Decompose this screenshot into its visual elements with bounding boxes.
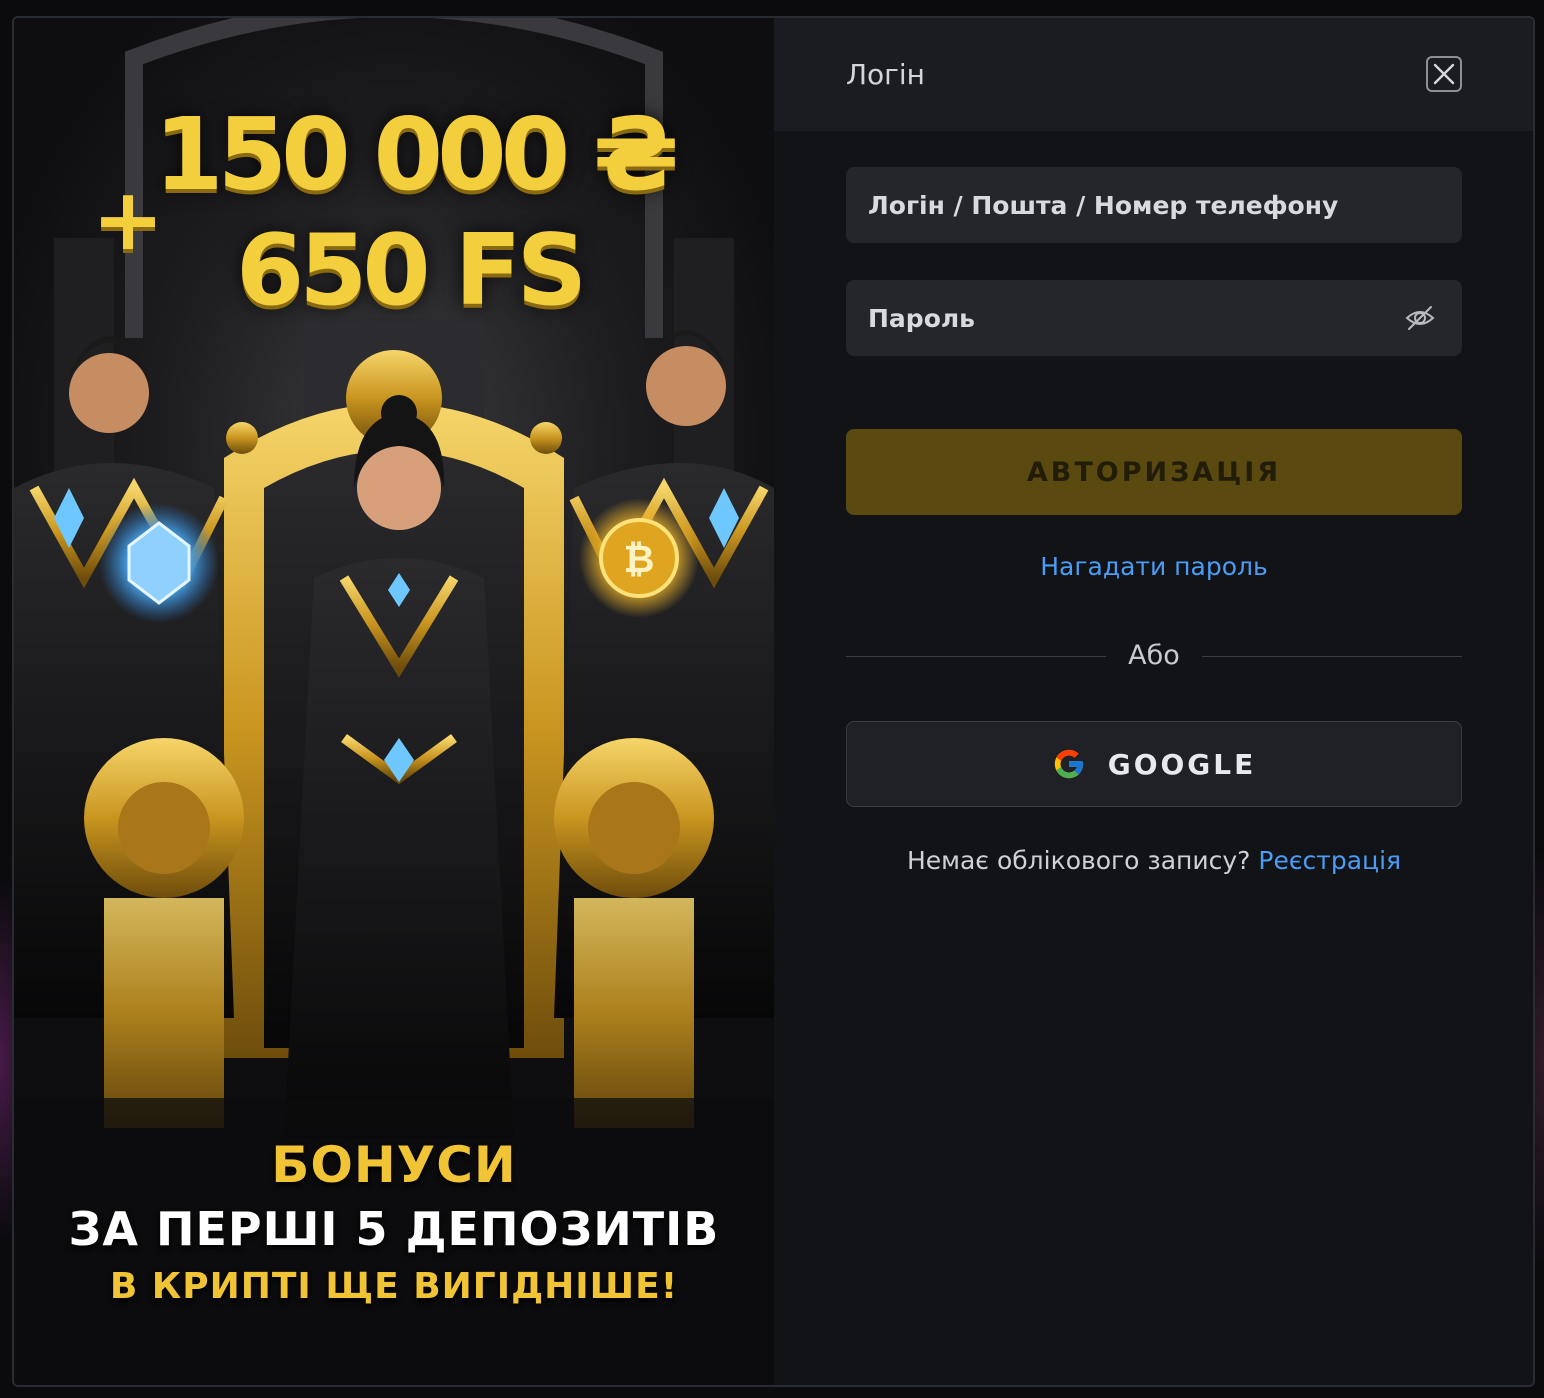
close-icon (1433, 63, 1455, 85)
promo-plus-sign: + (92, 170, 165, 270)
register-prompt: Немає облікового запису? Реєстрація (846, 846, 1462, 875)
divider-right (1202, 656, 1462, 657)
login-modal: ₿ 150 000 ₴ + 650 FS БОНУСИ ЗА ПЕРШІ 5 Д… (12, 16, 1535, 1387)
forgot-password-link[interactable]: Нагадати пароль (846, 552, 1462, 581)
google-button-label: GOOGLE (1107, 747, 1257, 781)
promo-free-spins: 650 FS (236, 214, 587, 328)
no-account-text: Немає облікового запису? (906, 846, 1251, 875)
promo-bonus-amount: 150 000 ₴ (154, 96, 679, 213)
promo-banner: ₿ 150 000 ₴ + 650 FS БОНУСИ ЗА ПЕРШІ 5 Д… (14, 18, 774, 1385)
close-button[interactable] (1426, 56, 1462, 92)
google-icon (1054, 749, 1083, 779)
login-field (846, 167, 1462, 243)
login-input[interactable] (868, 167, 1408, 243)
eye-off-icon (1405, 306, 1435, 330)
authorize-button[interactable]: АВТОРИЗАЦІЯ (846, 429, 1462, 515)
form-title: Логін (846, 58, 925, 91)
promo-subheadline: ЗА ПЕРШІ 5 ДЕПОЗИТІВ (68, 1202, 720, 1256)
svg-text:₿: ₿ (624, 537, 655, 581)
toggle-password-visibility[interactable] (1404, 304, 1436, 332)
form-header: Логін (774, 18, 1533, 131)
register-link[interactable]: Реєстрація (1258, 846, 1401, 875)
password-input[interactable] (868, 280, 1408, 356)
password-field (846, 280, 1462, 356)
google-login-button[interactable]: GOOGLE (846, 721, 1462, 807)
promo-tagline: В КРИПТІ ЩЕ ВИГІДНІШЕ! (109, 1266, 679, 1307)
promo-headline: БОНУСИ (271, 1136, 517, 1194)
login-form-panel: Логін АВТОРИЗАЦІЯ Нагадати пар (774, 18, 1533, 1385)
